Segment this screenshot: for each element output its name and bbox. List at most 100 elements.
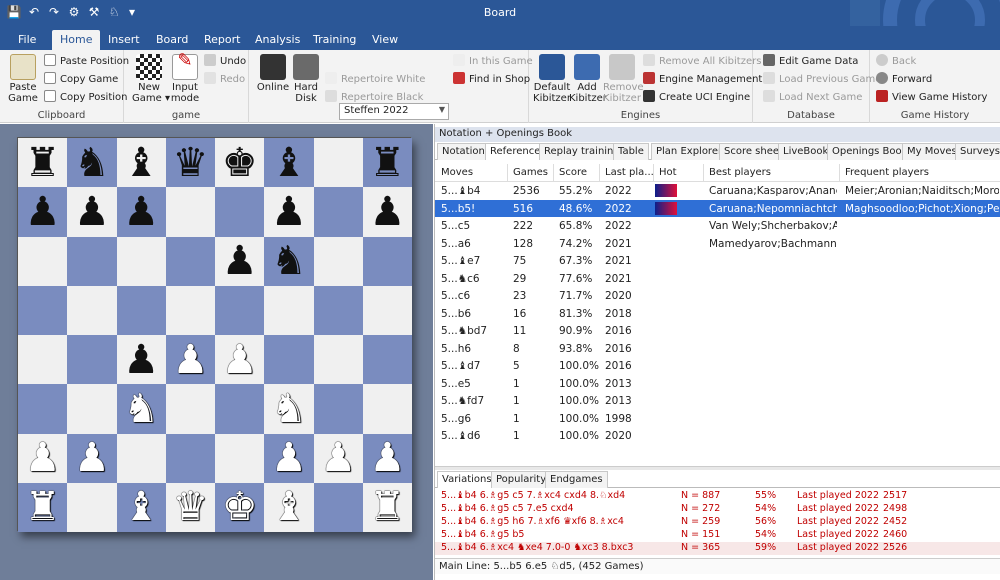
- square-g8[interactable]: [313, 138, 363, 188]
- black-pawn-icon[interactable]: ♟︎: [271, 192, 307, 232]
- tab-analysis[interactable]: Analysis: [247, 30, 308, 50]
- table-row[interactable]: 5...c5 222 65.8% 2022 Van Wely;Shcherbakov;A…: [435, 217, 1000, 235]
- paste-position-button[interactable]: Paste Position: [44, 54, 129, 70]
- tab-endgames[interactable]: Endgames: [545, 471, 608, 488]
- col-frequent-players[interactable]: Frequent players: [845, 167, 929, 178]
- square-f8[interactable]: ♝: [264, 138, 314, 188]
- square-g2[interactable]: ♟︎: [313, 433, 363, 483]
- black-pawn-icon[interactable]: ♟︎: [123, 192, 159, 232]
- col-best-players[interactable]: Best players: [709, 167, 771, 178]
- square-d8[interactable]: ♛: [165, 138, 215, 188]
- square-a5[interactable]: [18, 285, 68, 335]
- table-row[interactable]: 5...h6 8 93.8% 2016: [435, 340, 1000, 358]
- paste-game-button[interactable]: Paste Game: [6, 54, 40, 104]
- forward-button[interactable]: Forward: [876, 72, 932, 88]
- tab-report[interactable]: Report: [196, 30, 248, 50]
- engine-management-button[interactable]: Engine Management: [643, 72, 762, 88]
- load-previous-game-button[interactable]: Load Previous Game: [763, 72, 881, 88]
- tab-insert[interactable]: Insert: [100, 30, 148, 50]
- white-pawn-icon[interactable]: ♟︎: [369, 438, 405, 478]
- online-button[interactable]: Online: [255, 54, 291, 93]
- col-hot[interactable]: Hot: [659, 167, 677, 178]
- tab-view[interactable]: View: [364, 30, 406, 50]
- tab-openings-book[interactable]: Openings Book: [827, 143, 913, 160]
- square-a1[interactable]: ♜: [18, 482, 68, 532]
- variation-row[interactable]: 5...♝b4 6.♗g5 c5 7.♗xc4 cxd4 8.♘xd4 N = 8…: [435, 490, 1000, 503]
- black-pawn-icon[interactable]: ♟︎: [74, 192, 110, 232]
- black-rook-icon[interactable]: ♜: [369, 143, 405, 183]
- tab-table[interactable]: Table: [613, 143, 649, 160]
- table-row[interactable]: 5...♝e7 75 67.3% 2021: [435, 252, 1000, 270]
- square-h4[interactable]: [362, 335, 412, 385]
- square-b4[interactable]: [67, 335, 117, 385]
- find-in-shop-button[interactable]: Find in Shop: [453, 72, 530, 88]
- black-knight-icon[interactable]: ♞: [74, 143, 110, 183]
- square-c7[interactable]: ♟︎: [116, 187, 166, 237]
- square-e7[interactable]: [215, 187, 265, 237]
- square-f5[interactable]: [264, 285, 314, 335]
- tab-training[interactable]: Training: [305, 30, 364, 50]
- tab-my-moves[interactable]: My Moves: [902, 143, 962, 160]
- table-row[interactable]: 5...♝b4 2536 55.2% 2022 Caruana;Kasparov;Ana…: [435, 182, 1000, 200]
- copy-game-button[interactable]: Copy Game: [44, 72, 118, 88]
- add-kibitzer-button[interactable]: Add Kibitzer: [569, 54, 607, 104]
- square-h7[interactable]: ♟︎: [362, 187, 412, 237]
- load-next-game-button[interactable]: Load Next Game: [763, 90, 862, 106]
- redo-button[interactable]: Redo: [204, 72, 245, 88]
- white-pawn-icon[interactable]: ♟︎: [74, 438, 110, 478]
- square-h2[interactable]: ♟︎: [362, 433, 412, 483]
- default-kibitzer-button[interactable]: Default Kibitzer: [533, 54, 571, 104]
- tab-surveys[interactable]: Surveys: [955, 143, 1000, 160]
- variation-row[interactable]: 5...♝b4 6.♗g5 b5 N = 151 54% Last played 20…: [435, 529, 1000, 542]
- black-knight-icon[interactable]: ♞: [271, 241, 307, 281]
- chessboard[interactable]: ♜ ♞ ♝ ♛ ♚ ♝ ♜ ♟︎ ♟︎ ♟︎ ♟︎ ♟︎ ♟︎ ♞ ♟︎ ♟︎ ♟︎ ♞ ♞ ♟︎ ♟︎ ♟︎ ♟︎ ♟︎ ♜ ♝…: [17, 137, 412, 532]
- white-rook-icon[interactable]: ♜: [25, 487, 61, 527]
- square-g1[interactable]: [313, 482, 363, 532]
- square-a4[interactable]: [18, 335, 68, 385]
- table-row[interactable]: 5...♞fd7 1 100.0% 2013: [435, 392, 1000, 410]
- square-h3[interactable]: [362, 384, 412, 434]
- square-e4[interactable]: ♟︎: [215, 335, 265, 385]
- square-b3[interactable]: [67, 384, 117, 434]
- square-b8[interactable]: ♞: [67, 138, 117, 188]
- white-bishop-icon[interactable]: ♝: [123, 487, 159, 527]
- table-row[interactable]: 5...g6 1 100.0% 1998: [435, 410, 1000, 428]
- square-e1[interactable]: ♚: [215, 482, 265, 532]
- reference-db-combo[interactable]: Steffen 2022 ▼: [339, 103, 449, 120]
- tab-file[interactable]: File: [10, 30, 44, 50]
- square-h5[interactable]: [362, 285, 412, 335]
- square-c5[interactable]: [116, 285, 166, 335]
- square-f3[interactable]: ♞: [264, 384, 314, 434]
- black-bishop-icon[interactable]: ♝: [123, 143, 159, 183]
- white-rook-icon[interactable]: ♜: [369, 487, 405, 527]
- view-game-history-button[interactable]: View Game History: [876, 90, 987, 106]
- table-row[interactable]: 5...b5! 516 48.6% 2022 Caruana;Nepomniachtch…: [435, 199, 1000, 217]
- variation-row[interactable]: 5...♝b4 6.♗g5 h6 7.♗xf6 ♛xf6 8.♗xc4 N = 2…: [435, 516, 1000, 529]
- create-uci-engine-button[interactable]: Create UCI Engine: [643, 90, 750, 106]
- black-pawn-icon[interactable]: ♟︎: [222, 241, 258, 281]
- square-d6[interactable]: [165, 236, 215, 286]
- square-a8[interactable]: ♜: [18, 138, 68, 188]
- square-d4[interactable]: ♟︎: [165, 335, 215, 385]
- square-a3[interactable]: [18, 384, 68, 434]
- white-pawn-icon[interactable]: ♟︎: [172, 340, 208, 380]
- square-d3[interactable]: [165, 384, 215, 434]
- variation-row[interactable]: 5...♝b4 6.♗xc4 ♞xe4 7.0-0 ♞xc3 8.bxc3 N =…: [435, 542, 1000, 555]
- table-row[interactable]: 5...♝d6 1 100.0% 2020: [435, 427, 1000, 445]
- square-c4[interactable]: ♟︎: [116, 335, 166, 385]
- square-c2[interactable]: [116, 433, 166, 483]
- col-games[interactable]: Games: [513, 167, 548, 178]
- tab-board[interactable]: Board: [148, 30, 196, 50]
- square-g6[interactable]: [313, 236, 363, 286]
- white-pawn-icon[interactable]: ♟︎: [271, 438, 307, 478]
- table-row[interactable]: 5...c6 23 71.7% 2020: [435, 287, 1000, 305]
- square-g7[interactable]: [313, 187, 363, 237]
- table-row[interactable]: 5...♞bd7 11 90.9% 2016: [435, 322, 1000, 340]
- square-d1[interactable]: ♛: [165, 482, 215, 532]
- tab-livebook[interactable]: LiveBook: [778, 143, 834, 160]
- white-pawn-icon[interactable]: ♟︎: [25, 438, 61, 478]
- table-row[interactable]: 5...e5 1 100.0% 2013: [435, 375, 1000, 393]
- white-knight-icon[interactable]: ♞: [271, 389, 307, 429]
- black-rook-icon[interactable]: ♜: [25, 143, 61, 183]
- table-row[interactable]: 5...b6 16 81.3% 2018: [435, 305, 1000, 323]
